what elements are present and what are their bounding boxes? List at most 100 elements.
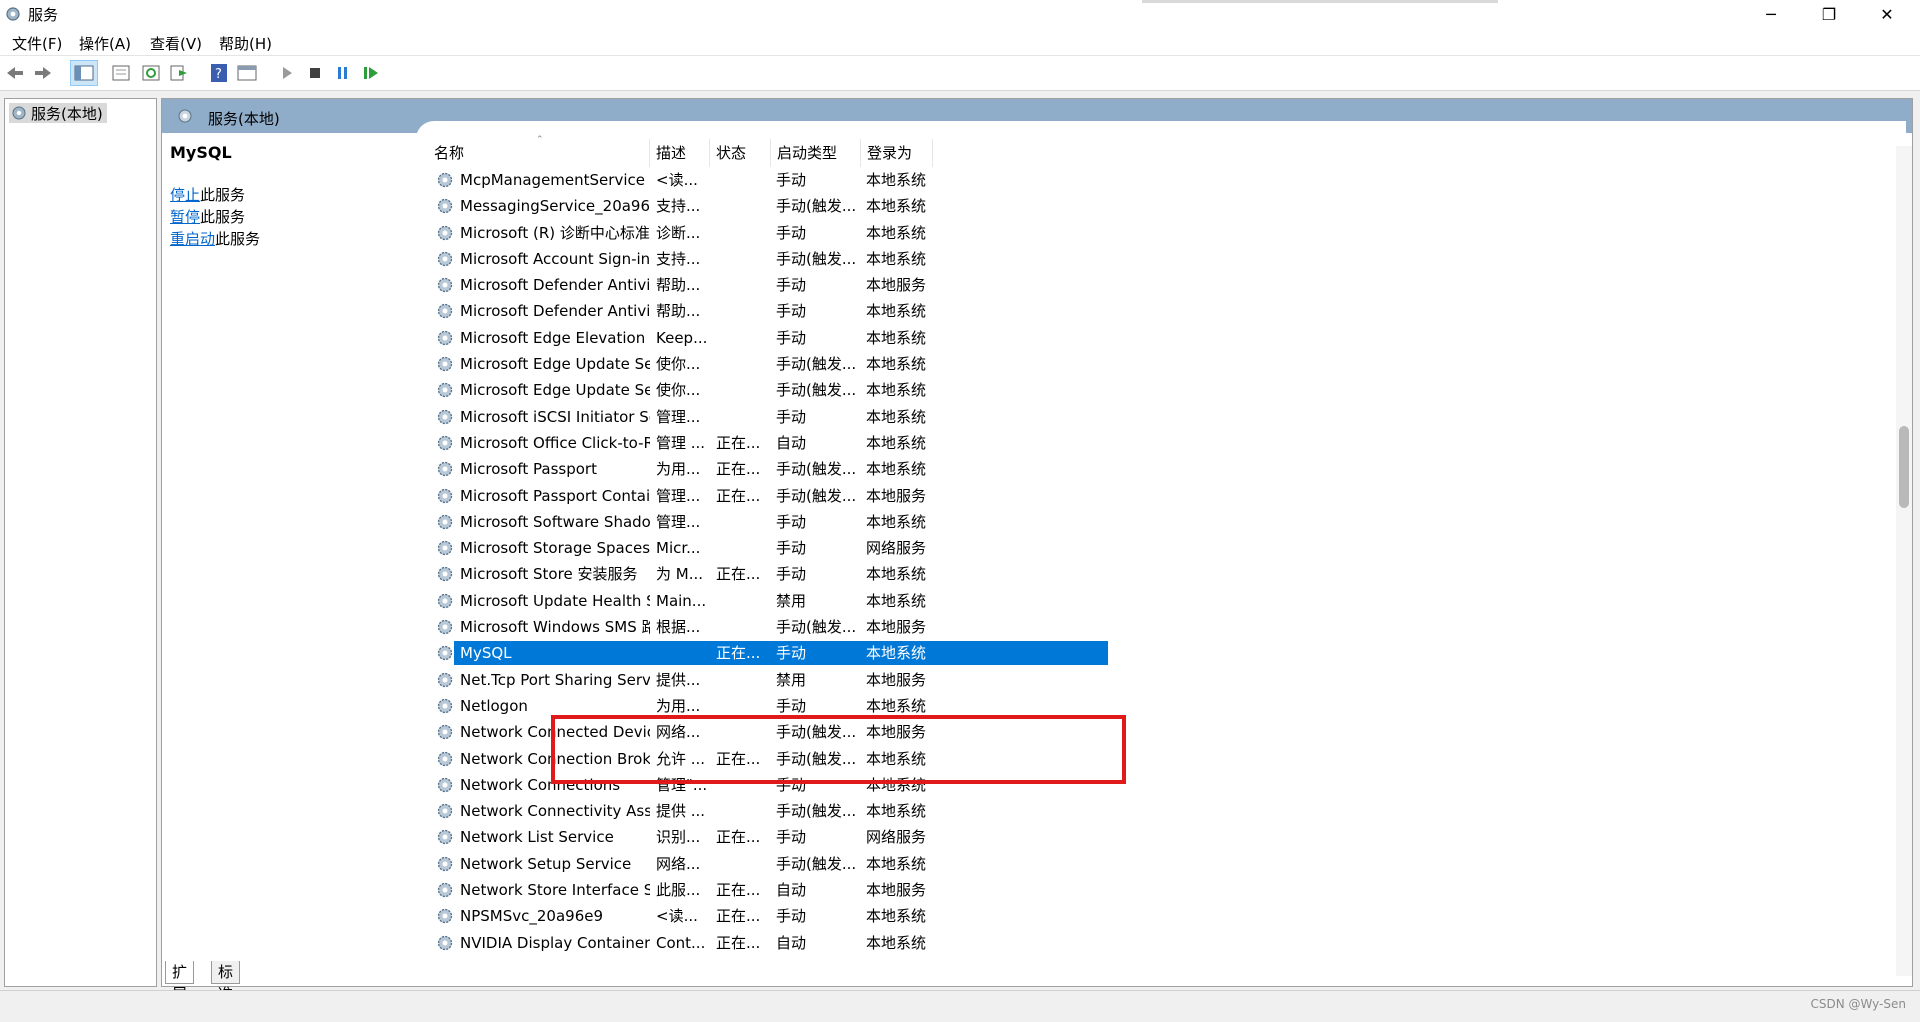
cell-startup: 手动 bbox=[776, 302, 807, 321]
table-row[interactable]: Microsoft Edge Elevation S... Keep... 手动 本地… bbox=[428, 325, 1108, 351]
cell-status bbox=[716, 404, 768, 430]
properties-icon[interactable] bbox=[110, 62, 132, 84]
cell-name: Microsoft iSCSI Initiator Ser... bbox=[460, 407, 650, 426]
service-gear-icon bbox=[437, 278, 453, 293]
cell-desc: 支持... bbox=[656, 197, 701, 216]
console-tree-icon[interactable] bbox=[70, 60, 98, 86]
service-gear-icon bbox=[437, 619, 453, 635]
table-row[interactable]: Microsoft Software Shado... 管理... 手动 本地系统 bbox=[428, 509, 1108, 535]
cell-logon: 本地系统 bbox=[866, 407, 927, 426]
cell-name: McpManagementService bbox=[460, 171, 645, 189]
view-icon[interactable] bbox=[236, 62, 258, 84]
service-gear-icon bbox=[437, 725, 453, 740]
stop-action: 停止此服务 bbox=[170, 184, 410, 206]
cell-desc: 网络... bbox=[656, 854, 701, 873]
back-arrow-icon[interactable] bbox=[4, 62, 26, 84]
forward-arrow-icon[interactable] bbox=[32, 62, 54, 84]
pause-service-link[interactable]: 暂停 bbox=[170, 208, 200, 226]
table-row[interactable]: Microsoft Edge Update Ser... 使你... 手动(触发..… bbox=[428, 377, 1108, 403]
service-gear-icon bbox=[437, 251, 453, 267]
table-row[interactable]: Network List Service 识别... 正在... 手动 网络服务 bbox=[428, 824, 1108, 850]
table-row[interactable]: Microsoft Account Sign-in ... 支持... 手动(触发.… bbox=[428, 246, 1108, 272]
table-row[interactable]: Network Connectivity Assis... 提供 ... 手动(触发… bbox=[428, 798, 1108, 824]
resume-service-icon[interactable] bbox=[360, 62, 382, 84]
cell-startup: 手动 bbox=[776, 512, 807, 531]
column-header-name[interactable]: 名称 bbox=[428, 139, 650, 167]
table-row[interactable]: Microsoft Storage Spaces S... Micr... 手动 网络… bbox=[428, 535, 1108, 561]
table-row[interactable]: Microsoft (R) 诊断中心标准... 诊断... 手动 本地系统 bbox=[428, 220, 1108, 246]
cell-startup: 手动(触发... bbox=[776, 249, 857, 268]
cell-desc: 为 M... bbox=[656, 565, 704, 584]
maximize-button[interactable]: ❐ bbox=[1800, 0, 1858, 28]
column-header-status[interactable]: 状态 bbox=[710, 139, 771, 167]
tab-extended[interactable]: 扩展 bbox=[165, 961, 195, 1003]
start-service-icon[interactable] bbox=[276, 62, 298, 84]
stop-service-icon[interactable] bbox=[304, 62, 326, 84]
cell-startup: 手动(触发... bbox=[776, 618, 857, 637]
refresh-icon[interactable] bbox=[140, 62, 162, 84]
cell-desc: Cont... bbox=[656, 933, 706, 952]
table-row[interactable]: NVIDIA Display Container LS Cont... 正在... 自… bbox=[428, 930, 1108, 956]
cell-status bbox=[716, 167, 768, 193]
minimize-button[interactable]: ─ bbox=[1742, 0, 1800, 28]
table-row[interactable]: Net.Tcp Port Sharing Service 提供... 禁用 本地服务 bbox=[428, 667, 1108, 693]
table-row[interactable]: Network Store Interface Se... 此服... 正在... 自… bbox=[428, 877, 1108, 903]
cell-name: Microsoft (R) 诊断中心标准... bbox=[460, 223, 650, 242]
table-row[interactable]: Microsoft Store 安装服务为 M... 正在... 手动 本地系统 bbox=[428, 561, 1108, 587]
cell-logon: 本地系统 bbox=[866, 907, 927, 926]
svg-text:?: ? bbox=[215, 67, 222, 82]
service-gear-icon bbox=[437, 882, 453, 898]
watermark: CSDN @Wy-Sen bbox=[1810, 997, 1906, 1011]
service-gear-icon bbox=[437, 435, 453, 451]
table-row[interactable]: Microsoft Passport 为用... 正在... 手动(触发... 本地系统 bbox=[428, 456, 1108, 482]
table-row[interactable]: McpManagementService <读... 手动 本地系统 bbox=[428, 167, 1108, 193]
header-curve bbox=[416, 121, 1906, 141]
table-row[interactable]: MessagingService_20a96e9 支持... 手动(触发... 本地系… bbox=[428, 193, 1108, 219]
column-header-startup[interactable]: 启动类型 bbox=[771, 139, 861, 167]
table-row[interactable]: Microsoft Defender Antivir... 帮助... 手动 本地服务 bbox=[428, 272, 1108, 298]
table-row[interactable]: NPSMSvc_20a96e9 <读... 正在... 手动 本地系统 bbox=[428, 903, 1108, 929]
cell-logon: 本地系统 bbox=[866, 565, 927, 584]
cell-desc: <读... bbox=[656, 171, 698, 189]
table-row[interactable]: Microsoft Edge Update Ser... 使你... 手动(触发..… bbox=[428, 351, 1108, 377]
console-tree: 服务(本地) bbox=[4, 98, 157, 987]
close-button[interactable]: ✕ bbox=[1858, 0, 1916, 28]
table-row-selected[interactable]: MySQL 正在... 手动 本地系统 bbox=[428, 640, 1108, 666]
cell-name: Microsoft Passport bbox=[460, 460, 597, 479]
menu-view[interactable]: 查看(V) bbox=[150, 33, 202, 54]
table-row[interactable]: Microsoft Defender Antivir... 帮助... 手动 本地系统 bbox=[428, 298, 1108, 324]
tree-node-local-services[interactable]: 服务(本地) bbox=[9, 103, 107, 123]
table-row[interactable]: Network Setup Service 网络... 手动(触发... 本地系统 bbox=[428, 851, 1108, 877]
cell-status bbox=[716, 246, 768, 272]
scrollbar-thumb[interactable] bbox=[1899, 426, 1909, 508]
cell-startup: 自动 bbox=[776, 433, 807, 452]
cell-startup: 自动 bbox=[776, 881, 807, 900]
service-gear-icon bbox=[437, 541, 453, 556]
table-row[interactable]: Microsoft Update Health S... Main... 禁用 本地系… bbox=[428, 588, 1108, 614]
cell-startup: 手动(触发... bbox=[776, 460, 857, 479]
pause-service-icon[interactable] bbox=[332, 62, 354, 84]
table-row[interactable]: Microsoft iSCSI Initiator Ser... 管理... 手动 本… bbox=[428, 404, 1108, 430]
menu-help[interactable]: 帮助(H) bbox=[219, 33, 272, 54]
cell-desc: 此服... bbox=[656, 881, 701, 900]
menu-action[interactable]: 操作(A) bbox=[79, 33, 131, 54]
services-gear-icon bbox=[178, 109, 192, 123]
vertical-scrollbar[interactable] bbox=[1896, 146, 1912, 976]
stop-service-link[interactable]: 停止 bbox=[170, 186, 200, 204]
table-row[interactable]: Microsoft Passport Container 管理... 正在... 手动… bbox=[428, 483, 1108, 509]
menu-file[interactable]: 文件(F) bbox=[12, 33, 62, 54]
table-row[interactable]: Microsoft Office Click-to-R... 管理 ... 正在..… bbox=[428, 430, 1108, 456]
service-gear-icon bbox=[437, 304, 453, 319]
service-gear-icon bbox=[437, 751, 453, 766]
tab-standard[interactable]: 标准 bbox=[211, 961, 241, 1003]
help-icon[interactable]: ? bbox=[208, 62, 230, 84]
table-row[interactable]: Microsoft Windows SMS 路... 根据... 手动(触发... 本… bbox=[428, 614, 1108, 640]
cell-logon: 本地系统 bbox=[866, 328, 927, 347]
restart-service-link[interactable]: 重启动 bbox=[170, 230, 215, 248]
column-header-desc[interactable]: 描述 bbox=[650, 139, 710, 167]
export-icon[interactable] bbox=[168, 62, 190, 84]
cell-logon: 本地服务 bbox=[866, 618, 927, 637]
cell-status: 正在... bbox=[716, 933, 761, 952]
column-header-logon[interactable]: 登录为 bbox=[861, 139, 933, 167]
cell-status bbox=[716, 325, 768, 351]
